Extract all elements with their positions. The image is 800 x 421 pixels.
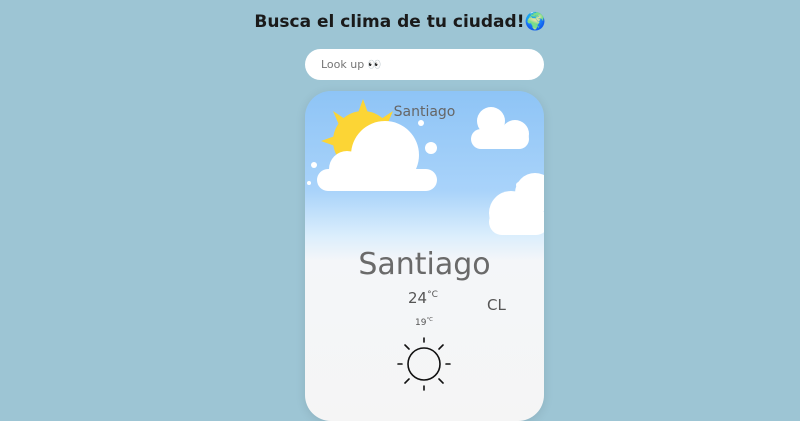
current-temperature: 24°C [408, 289, 438, 307]
weather-card: Santiago Santiago 24°C CL 19°C [305, 91, 544, 421]
city-name: Santiago [358, 247, 491, 282]
cloud-right [489, 173, 544, 235]
country-code: CL [487, 296, 506, 314]
city-label-top: Santiago [393, 104, 456, 120]
page-title: Busca el clima de tu ciudad!🌍 [254, 12, 546, 32]
min-temperature: 19°C [415, 317, 433, 328]
sun-icon [397, 337, 451, 391]
search-input[interactable] [305, 49, 544, 80]
